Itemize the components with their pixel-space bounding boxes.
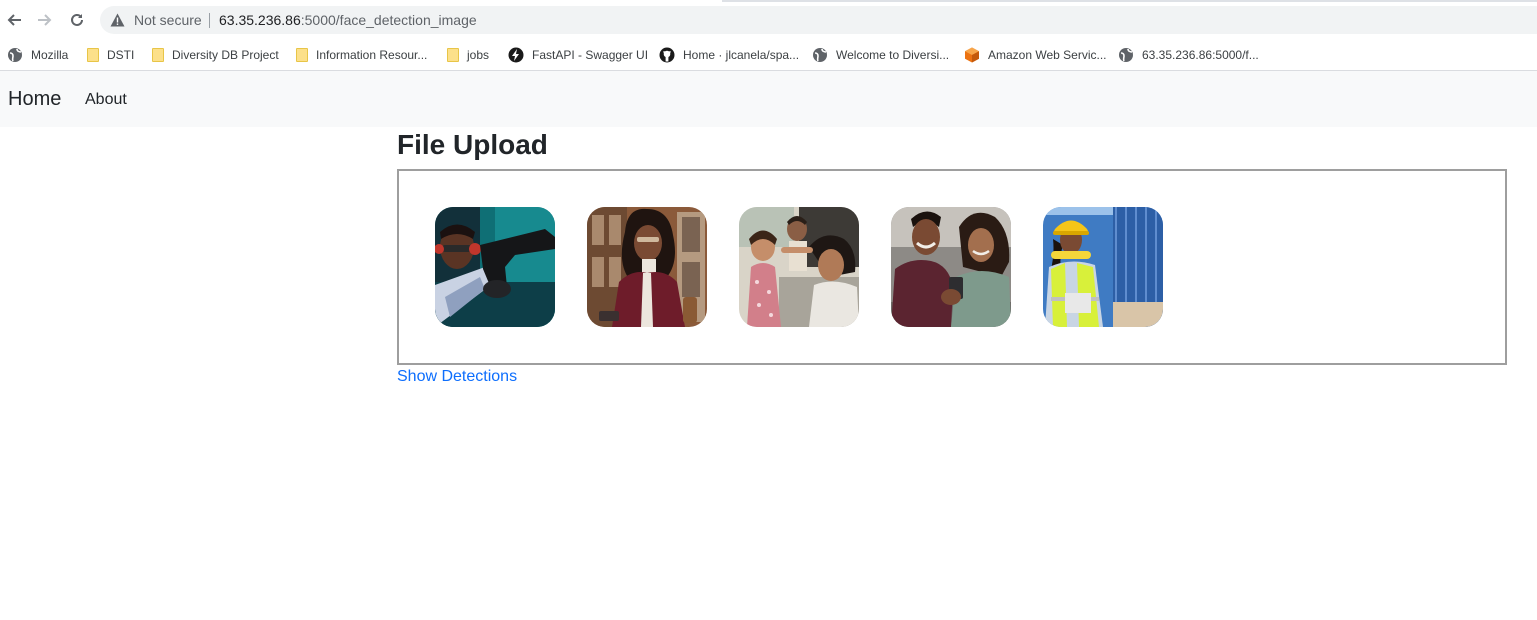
site-navbar: Home About (0, 71, 1537, 127)
bookmarks-bar: Mozilla DSTI Diversity DB Project Inform… (0, 41, 1537, 71)
bookmark-dsti[interactable]: DSTI (87, 44, 134, 66)
photo-icon (1043, 207, 1163, 327)
photo-icon (435, 207, 555, 327)
folder-icon (152, 48, 164, 62)
image-thumbnail-2[interactable] (587, 207, 707, 327)
file-upload-area[interactable] (397, 169, 1507, 365)
folder-icon (447, 48, 459, 62)
bookmark-label: DSTI (107, 48, 135, 62)
photo-icon (891, 207, 1011, 327)
bookmark-github-home[interactable]: Home · jlcanela/spa... (659, 44, 799, 66)
show-detections-link[interactable]: Show Detections (397, 368, 517, 386)
bookmark-label: Home · jlcanela/spa... (683, 48, 800, 62)
url-host: 63.35.236.86 (219, 12, 301, 28)
globe-icon (8, 48, 22, 62)
bookmark-face-detection[interactable]: 63.35.236.86:5000/f... (1118, 44, 1259, 66)
bookmark-label: jobs (467, 48, 490, 62)
github-icon (659, 47, 675, 63)
bookmark-label: Amazon Web Servic... (988, 48, 1107, 62)
bookmark-aws[interactable]: Amazon Web Servic... (964, 44, 1107, 66)
omnibox-divider (209, 13, 210, 28)
globe-icon (813, 48, 827, 62)
reload-icon (71, 13, 83, 26)
nav-link-about[interactable]: About (85, 91, 127, 109)
tab-strip-edge (0, 0, 1537, 2)
photo-icon (739, 207, 859, 327)
bookmark-fastapi-swagger[interactable]: FastAPI - Swagger UI (508, 44, 648, 66)
globe-icon (1119, 48, 1133, 62)
bookmark-information-resources[interactable]: Information Resour... (296, 44, 427, 66)
forward-button[interactable] (35, 10, 55, 30)
bookmark-label: Diversity DB Project (172, 48, 279, 62)
browser-toolbar: Not secure 63.35.236.86:5000/face_detect… (0, 0, 1537, 41)
photo-icon (587, 207, 707, 327)
image-thumbnail-1[interactable] (435, 207, 555, 327)
warning-icon (110, 13, 125, 27)
bookmark-label: Information Resour... (316, 48, 428, 62)
bookmark-mozilla[interactable]: Mozilla (7, 44, 68, 66)
bookmark-jobs[interactable]: jobs (447, 44, 489, 66)
bookmark-label: Welcome to Diversi... (836, 48, 950, 62)
page-title: File Upload (397, 129, 548, 160)
bookmark-label: 63.35.236.86:5000/f... (1142, 48, 1259, 62)
address-bar[interactable]: Not secure 63.35.236.86:5000/face_detect… (100, 6, 1537, 34)
image-thumbnail-5[interactable] (1043, 207, 1163, 327)
bookmark-diversity-db-project[interactable]: Diversity DB Project (152, 44, 279, 66)
bolt-icon (508, 47, 524, 63)
navbar-brand-home[interactable]: Home (8, 88, 61, 111)
folder-icon (296, 48, 308, 62)
reload-button[interactable] (67, 10, 87, 30)
aws-cube-icon (965, 47, 979, 63)
security-status[interactable]: Not secure (134, 12, 202, 28)
image-thumbnail-4[interactable] (891, 207, 1011, 327)
bookmark-welcome-diversity[interactable]: Welcome to Diversi... (812, 44, 949, 66)
image-thumbnail-3[interactable] (739, 207, 859, 327)
back-button[interactable] (4, 10, 24, 30)
folder-icon (87, 48, 99, 62)
arrow-left-icon (7, 14, 21, 26)
url-path: :5000/face_detection_image (300, 12, 477, 28)
bookmark-label: FastAPI - Swagger UI (532, 48, 649, 62)
url-text[interactable]: 63.35.236.86:5000/face_detection_image (219, 12, 477, 28)
bookmark-label: Mozilla (31, 48, 69, 62)
arrow-right-icon (38, 14, 52, 26)
